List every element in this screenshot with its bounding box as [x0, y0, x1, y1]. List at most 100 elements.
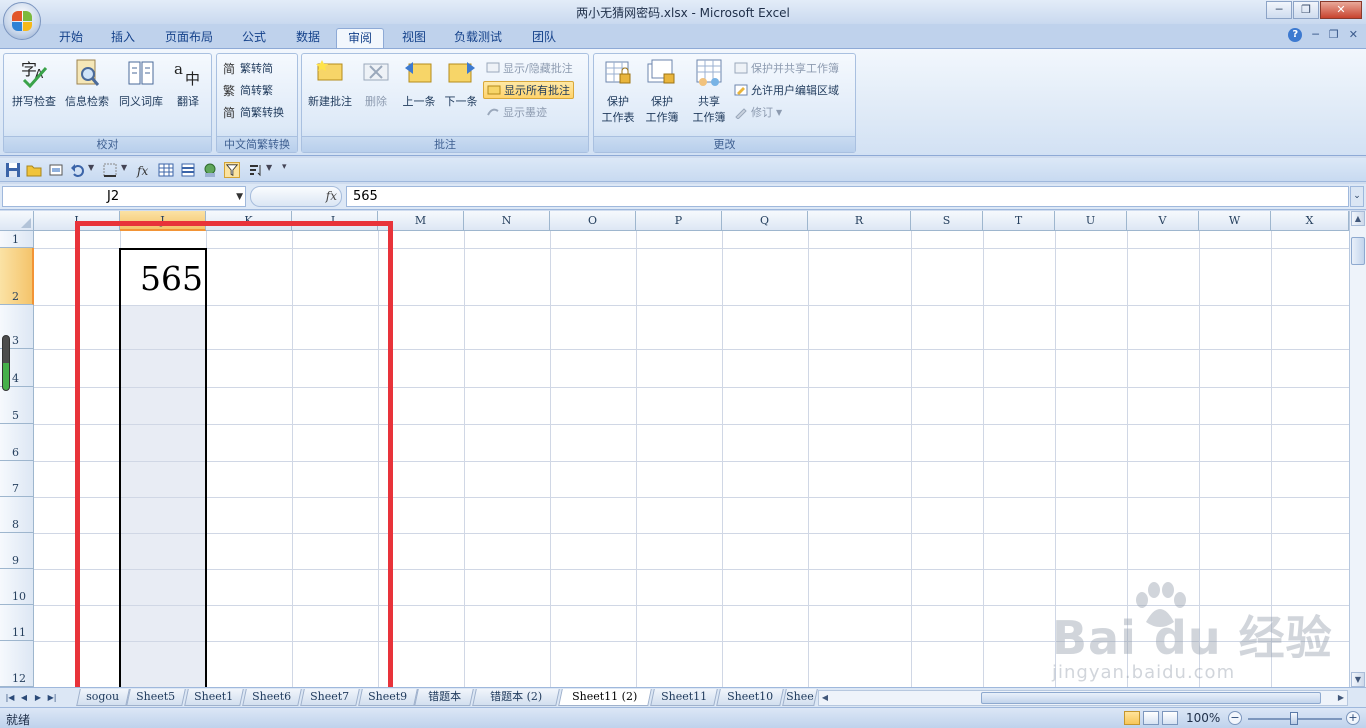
scroll-up-icon[interactable]: ▲: [1351, 211, 1365, 226]
row-header-10[interactable]: 10: [0, 569, 34, 605]
research-button[interactable]: 信息检索: [60, 58, 114, 109]
column-header-w[interactable]: W: [1199, 211, 1271, 231]
thesaurus-button[interactable]: 同义词库: [114, 58, 168, 109]
sheet-tab-sheet1[interactable]: Sheet1: [184, 689, 244, 706]
to-simplified-button[interactable]: 简 繁转简: [223, 59, 273, 77]
sheet-tab-truncated[interactable]: Shee: [782, 689, 818, 706]
previous-comment-button[interactable]: 上一条: [398, 58, 440, 109]
sheet-tab-sheet5[interactable]: Sheet5: [126, 689, 186, 706]
row-header-1[interactable]: 1: [0, 231, 34, 248]
tab-page-layout[interactable]: 页面布局: [158, 28, 220, 48]
help-icon[interactable]: ?: [1288, 28, 1303, 42]
row-header-9[interactable]: 9: [0, 533, 34, 569]
protect-workbook-button[interactable]: 保护 工作簿: [640, 58, 684, 125]
print-preview-icon[interactable]: [48, 162, 64, 178]
minimize-button[interactable]: ─: [1266, 1, 1292, 19]
show-ink-button[interactable]: 显示墨迹: [486, 103, 547, 121]
row-header-7[interactable]: 7: [0, 461, 34, 497]
sheet-tab-sheet9[interactable]: Sheet9: [358, 689, 418, 706]
ribbon-close-icon[interactable]: ✕: [1349, 28, 1358, 42]
sort-dropdown-icon[interactable]: ▼: [266, 163, 272, 172]
scroll-right-icon[interactable]: ▶: [1335, 692, 1347, 704]
column-header-i[interactable]: I: [34, 211, 120, 231]
horizontal-scrollbar[interactable]: ◀ ▶: [818, 690, 1348, 706]
sheet-tab-sheet7[interactable]: Sheet7: [300, 689, 360, 706]
vertical-scrollbar[interactable]: ▲ ▼: [1349, 211, 1366, 687]
new-comment-button[interactable]: 新建批注: [304, 58, 356, 109]
insert-function-icon[interactable]: fx: [136, 162, 152, 178]
sheet-tab-sheet10[interactable]: Sheet10: [716, 689, 784, 706]
row-header-12[interactable]: 12: [0, 641, 34, 687]
border-icon[interactable]: [102, 162, 118, 178]
sheet-tab-error-book[interactable]: 错题本: [414, 689, 474, 706]
zoom-slider-thumb[interactable]: [1290, 712, 1298, 725]
ribbon-restore-icon[interactable]: ❐: [1329, 28, 1339, 42]
name-box-dropdown-icon[interactable]: ▼: [236, 192, 243, 202]
customize-qat-icon[interactable]: ▾: [282, 162, 287, 172]
next-comment-button[interactable]: 下一条: [440, 58, 482, 109]
next-sheet-icon[interactable]: ▶: [32, 691, 44, 705]
delete-comment-button[interactable]: 删除: [356, 58, 396, 109]
scroll-left-icon[interactable]: ◀: [819, 692, 831, 704]
formula-input[interactable]: 565: [346, 186, 1349, 207]
column-header-x[interactable]: X: [1271, 211, 1349, 231]
row-header-11[interactable]: 11: [0, 605, 34, 641]
column-header-r[interactable]: R: [808, 211, 911, 231]
column-header-k[interactable]: K: [206, 211, 292, 231]
select-all-corner[interactable]: [0, 211, 34, 231]
sheet-tab-error-book-2[interactable]: 错题本 (2): [472, 689, 560, 706]
allow-edit-ranges-button[interactable]: 允许用户编辑区域: [734, 81, 839, 99]
close-button[interactable]: ✕: [1320, 1, 1362, 19]
zoom-out-button[interactable]: −: [1228, 711, 1242, 725]
column-header-o[interactable]: O: [550, 211, 636, 231]
column-header-m[interactable]: M: [378, 211, 464, 231]
expand-formula-bar-icon[interactable]: ⌄: [1350, 186, 1364, 207]
track-changes-button[interactable]: 修订 ▼: [734, 103, 782, 121]
share-workbook-button[interactable]: 共享 工作簿: [686, 58, 732, 125]
column-header-l[interactable]: L: [292, 211, 378, 231]
tab-home[interactable]: 开始: [52, 28, 90, 48]
undo-dropdown-icon[interactable]: ▼: [88, 163, 94, 172]
scroll-down-icon[interactable]: ▼: [1351, 672, 1365, 687]
zoom-in-button[interactable]: +: [1346, 711, 1360, 725]
insert-function-button[interactable]: fx: [326, 189, 337, 203]
row-header-5[interactable]: 5: [0, 387, 34, 424]
first-sheet-icon[interactable]: |◀: [4, 691, 16, 705]
border-dropdown-icon[interactable]: ▼: [121, 163, 127, 172]
ribbon-minimize-icon[interactable]: ─: [1312, 28, 1319, 42]
preview-icon[interactable]: [202, 162, 218, 178]
tab-view[interactable]: 视图: [394, 28, 434, 48]
name-box[interactable]: J2 ▼: [2, 186, 246, 207]
filter-icon[interactable]: [224, 162, 240, 178]
show-all-comments-button[interactable]: 显示所有批注: [483, 81, 574, 99]
tab-load-test[interactable]: 负载测试: [446, 28, 510, 48]
restore-button[interactable]: ❐: [1293, 1, 1319, 19]
spell-check-button[interactable]: 字A 拼写检查: [8, 58, 60, 109]
prev-sheet-icon[interactable]: ◀: [18, 691, 30, 705]
protect-share-workbook-button[interactable]: 保护并共享工作簿: [734, 59, 839, 77]
undo-icon[interactable]: [70, 162, 86, 178]
office-button[interactable]: [3, 2, 41, 40]
column-header-q[interactable]: Q: [722, 211, 808, 231]
normal-view-button[interactable]: [1124, 711, 1140, 725]
column-header-u[interactable]: U: [1055, 211, 1127, 231]
row-header-2[interactable]: 2: [0, 248, 34, 305]
tab-data[interactable]: 数据: [288, 28, 328, 48]
page-layout-view-button[interactable]: [1143, 711, 1159, 725]
sheet-tab-sheet11[interactable]: Sheet11: [650, 689, 718, 706]
sort-icon[interactable]: [248, 162, 264, 178]
tab-formulas[interactable]: 公式: [234, 28, 274, 48]
horizontal-scroll-thumb[interactable]: [981, 692, 1321, 704]
open-folder-icon[interactable]: [26, 162, 42, 178]
page-break-view-button[interactable]: [1162, 711, 1178, 725]
tab-review[interactable]: 审阅: [336, 28, 384, 48]
column-header-p[interactable]: P: [636, 211, 722, 231]
vertical-scroll-thumb[interactable]: [1351, 237, 1365, 265]
column-header-j[interactable]: J: [120, 211, 206, 231]
sheet-tab-sheet6[interactable]: Sheet6: [242, 689, 302, 706]
tab-team[interactable]: 团队: [524, 28, 564, 48]
sheet-tab-sheet11-2[interactable]: Sheet11 (2): [558, 689, 652, 706]
column-header-n[interactable]: N: [464, 211, 550, 231]
row-header-6[interactable]: 6: [0, 424, 34, 461]
save-icon[interactable]: [5, 162, 21, 178]
